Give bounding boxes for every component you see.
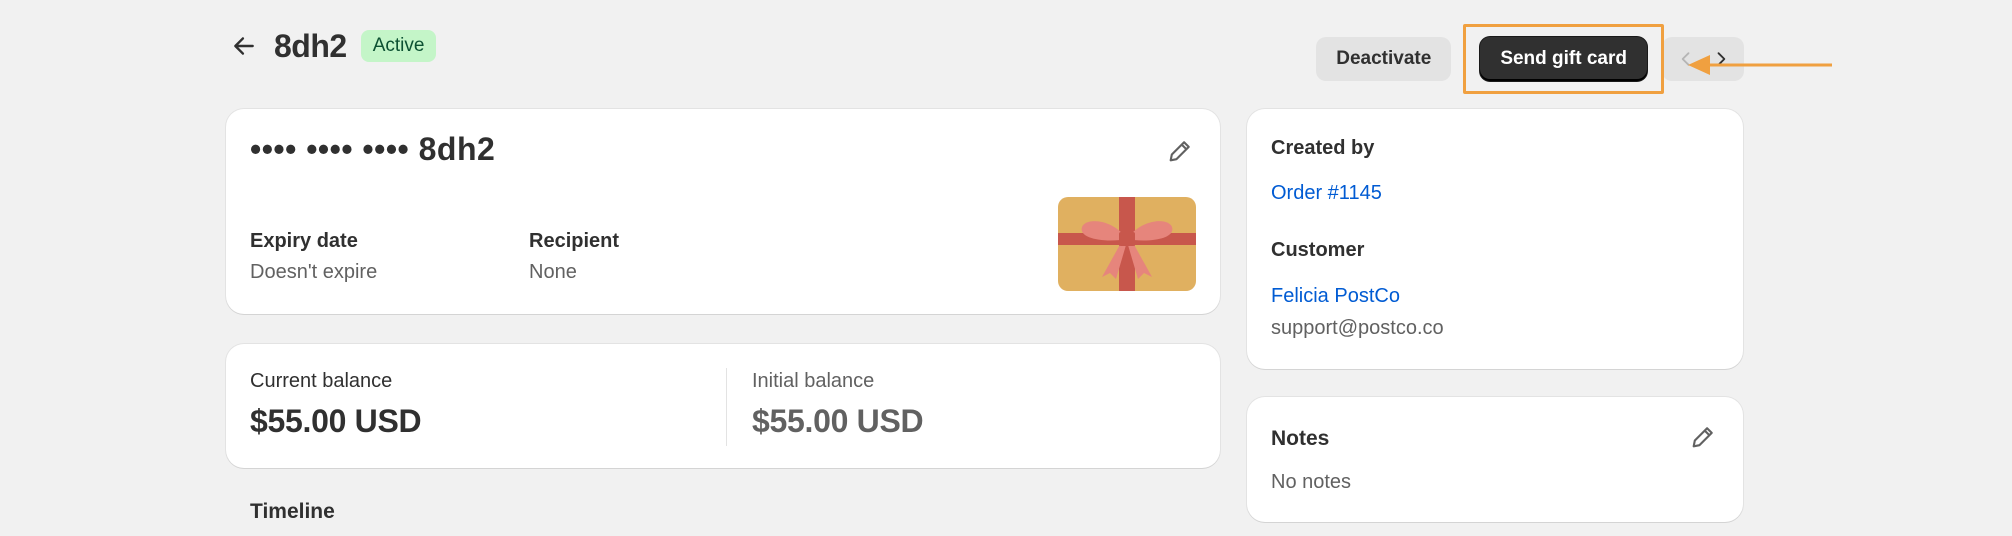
back-button[interactable]	[224, 26, 264, 66]
deactivate-button[interactable]: Deactivate	[1316, 37, 1452, 81]
order-link[interactable]: Order #1145	[1271, 182, 1382, 205]
current-balance-amount: $55.00 USD	[250, 403, 422, 439]
highlight-box: Send gift card	[1463, 24, 1664, 94]
notes-heading: Notes	[1271, 427, 1330, 450]
balance-card: Current balance $55.00 USD Initial balan…	[226, 344, 1220, 468]
page-title: 8dh2	[274, 27, 347, 64]
created-by-card: Created by Order #1145 Customer Felicia …	[1247, 109, 1743, 369]
divider	[726, 368, 727, 446]
timeline-heading: Timeline	[250, 500, 335, 523]
expiry-date-label: Expiry date	[250, 230, 358, 252]
expiry-date-value: Doesn't expire	[250, 261, 378, 283]
created-by-heading: Created by	[1271, 137, 1375, 159]
initial-balance-label: Initial balance	[752, 370, 875, 392]
header-actions: Deactivate Send gift card	[1316, 24, 1744, 94]
gift-card-icon	[1058, 197, 1196, 291]
pencil-icon[interactable]	[1689, 423, 1717, 451]
page-header: 8dh2 Active Deactivate Send gift card	[224, 20, 1744, 94]
initial-balance-amount: $55.00 USD	[752, 403, 924, 439]
customer-name-link[interactable]: Felicia PostCo	[1271, 285, 1400, 308]
annotation-arrow-icon	[1688, 55, 1832, 75]
expiry-date-field: Expiry date Doesn't expire	[250, 230, 377, 284]
current-balance-label: Current balance	[250, 370, 393, 392]
pencil-icon[interactable]	[1166, 137, 1194, 165]
masked-card-code: •••• •••• •••• 8dh2	[250, 131, 496, 167]
gift-card-detail-page: 8dh2 Active Deactivate Send gift card ••…	[0, 0, 2012, 536]
status-badge: Active	[360, 30, 437, 62]
recipient-label: Recipient	[529, 230, 620, 252]
arrow-left-icon	[234, 37, 254, 55]
recipient-value: None	[529, 261, 577, 283]
customer-heading: Customer	[1271, 239, 1365, 261]
recipient-field: Recipient None	[529, 230, 619, 284]
current-balance: Current balance $55.00 USD	[250, 370, 422, 440]
customer-email: support@postco.co	[1271, 317, 1444, 339]
gift-card-summary: •••• •••• •••• 8dh2 Expiry date Doesn't …	[226, 109, 1220, 314]
send-gift-card-button[interactable]: Send gift card	[1480, 37, 1647, 81]
notes-value: No notes	[1271, 471, 1352, 493]
initial-balance: Initial balance $55.00 USD	[752, 370, 924, 440]
notes-card: Notes No notes	[1247, 397, 1743, 522]
